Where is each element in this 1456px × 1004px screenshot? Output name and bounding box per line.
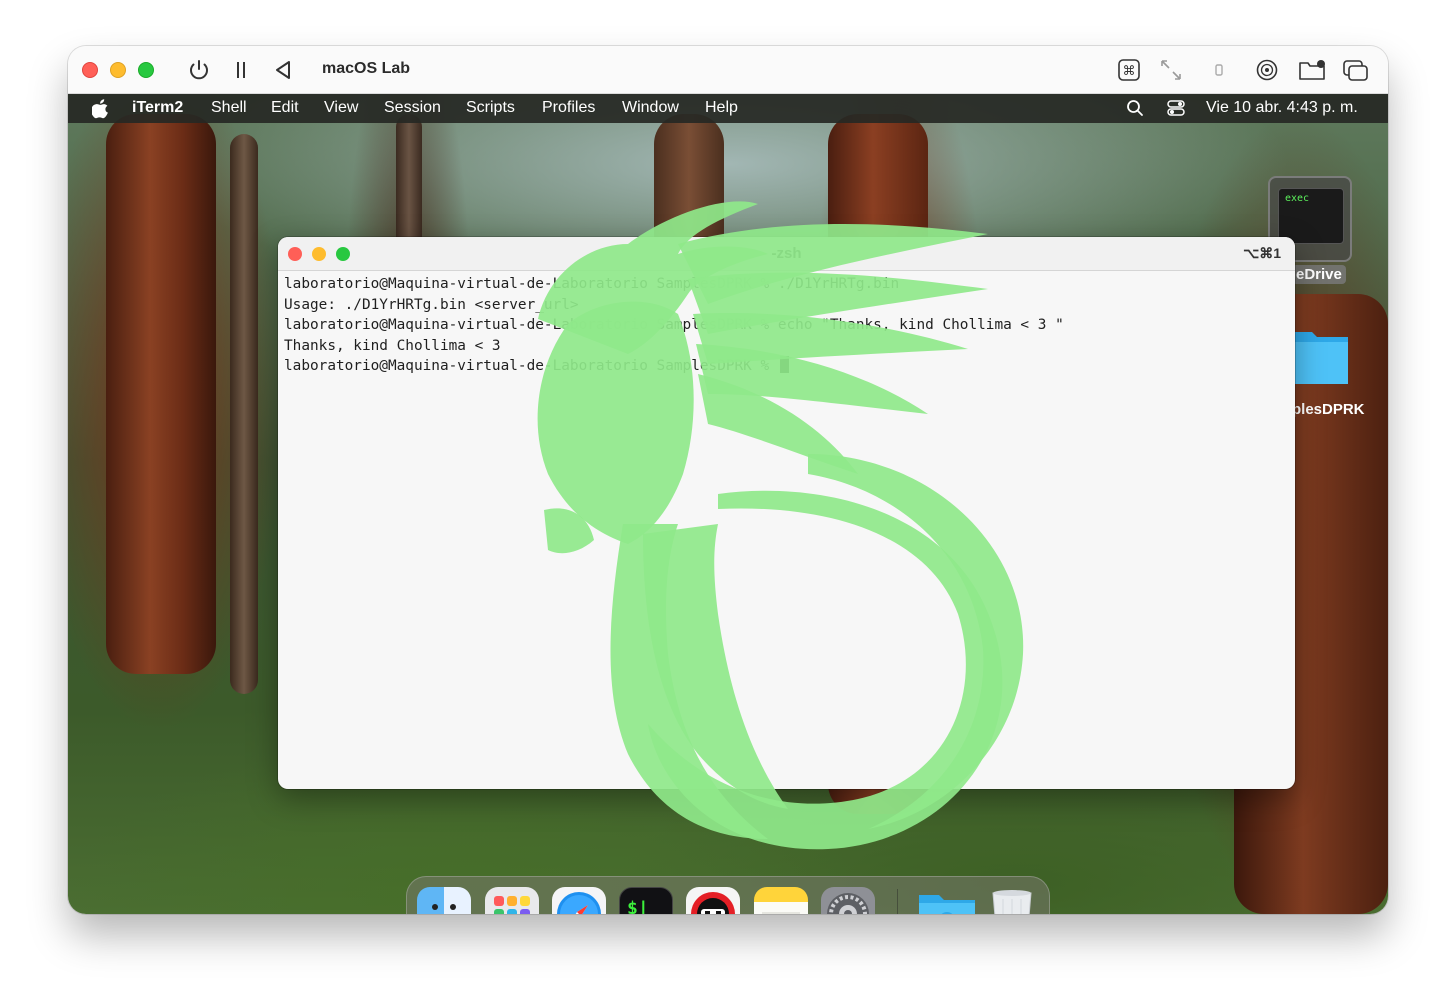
thumbnail-text: exec [1285,193,1310,204]
terminal-window[interactable]: -zsh ⌥⌘1 laboratorio@Maquina-virtual-de-… [278,237,1295,789]
downloads-folder-icon[interactable] [917,887,975,914]
svg-text:$|: $| [627,898,649,914]
usb-icon[interactable] [1206,58,1232,82]
terminal-output[interactable]: laboratorio@Maquina-virtual-de-Laborator… [284,274,1289,783]
menu-scripts[interactable]: Scripts [466,99,515,117]
apple-icon[interactable] [91,97,110,124]
folder-label[interactable]: plesDPRK [1292,401,1365,418]
terminal-prompt: laboratorio@Maquina-virtual-de-Laborator… [284,358,778,374]
pause-icon[interactable] [228,58,254,82]
drive-label-text: eDrive [1292,265,1346,284]
terminal-cursor [779,356,789,373]
iterm-icon[interactable]: $| [619,887,673,914]
command-key-icon[interactable]: ⌘ [1116,58,1142,82]
menu-session[interactable]: Session [384,99,441,117]
resize-arrows-icon[interactable] [1158,58,1184,82]
menu-edit[interactable]: Edit [271,99,299,117]
search-icon[interactable] [1126,99,1144,122]
menu-clock[interactable]: Vie 10 abr. 4:43 p. m. [1206,99,1358,117]
desktop: iTerm2 Shell Edit View Session Scripts P… [68,94,1388,914]
svg-text:⌘: ⌘ [1123,64,1136,79]
vm-title: macOS Lab [322,60,411,77]
minimize-button[interactable] [110,62,126,78]
menu-help[interactable]: Help [705,99,738,117]
dock-separator [897,889,898,914]
terminal-prompt-line[interactable]: laboratorio@Maquina-virtual-de-Laborator… [284,356,1289,377]
finder-icon[interactable] [417,887,471,914]
system-settings-icon[interactable] [821,887,875,914]
back-icon[interactable] [270,58,296,82]
folder-icon[interactable] [1292,326,1348,384]
control-center-icon[interactable] [1166,99,1186,122]
terminal-line: laboratorio@Maquina-virtual-de-Laborator… [284,276,900,292]
notes-icon[interactable] [754,887,808,914]
terminal-title: -zsh [771,245,802,262]
menu-window[interactable]: Window [622,99,679,117]
terminal-shortcut: ⌥⌘1 [1243,245,1281,261]
menubar: iTerm2 Shell Edit View Session Scripts P… [68,94,1388,123]
power-icon[interactable] [186,58,212,82]
launchpad-icon[interactable] [485,887,539,914]
disc-icon[interactable] [1254,58,1280,82]
menu-profiles[interactable]: Profiles [542,99,595,117]
red-app-icon[interactable] [686,887,740,914]
dock: $| [406,876,1050,914]
drive-label[interactable]: eDrive [1292,265,1346,284]
windows-icon[interactable] [1342,58,1368,82]
menu-view[interactable]: View [324,99,358,117]
close-button[interactable] [82,62,98,78]
terminal-line: Thanks, kind Chollima < 3 [284,337,501,354]
shared-folder-icon[interactable] [1298,58,1325,82]
trash-icon[interactable] [987,887,1041,914]
terminal-line: Usage: ./D1YrHRTg.bin <server_url> [284,296,579,313]
safari-icon[interactable] [552,887,606,914]
tree-trunk [230,134,258,694]
vm-window: macOS Lab ⌘ iTerm2 Shell Edit View Sessi… [68,46,1388,914]
menu-app-name[interactable]: iTerm2 [132,99,183,117]
terminal-titlebar[interactable]: -zsh ⌥⌘1 [278,237,1295,271]
menu-shell[interactable]: Shell [211,99,247,117]
zoom-button[interactable] [138,62,154,78]
terminal-line: laboratorio@Maquina-virtual-de-Laborator… [284,317,1064,333]
tree-trunk [106,114,216,674]
vm-toolbar: macOS Lab ⌘ [68,46,1388,94]
